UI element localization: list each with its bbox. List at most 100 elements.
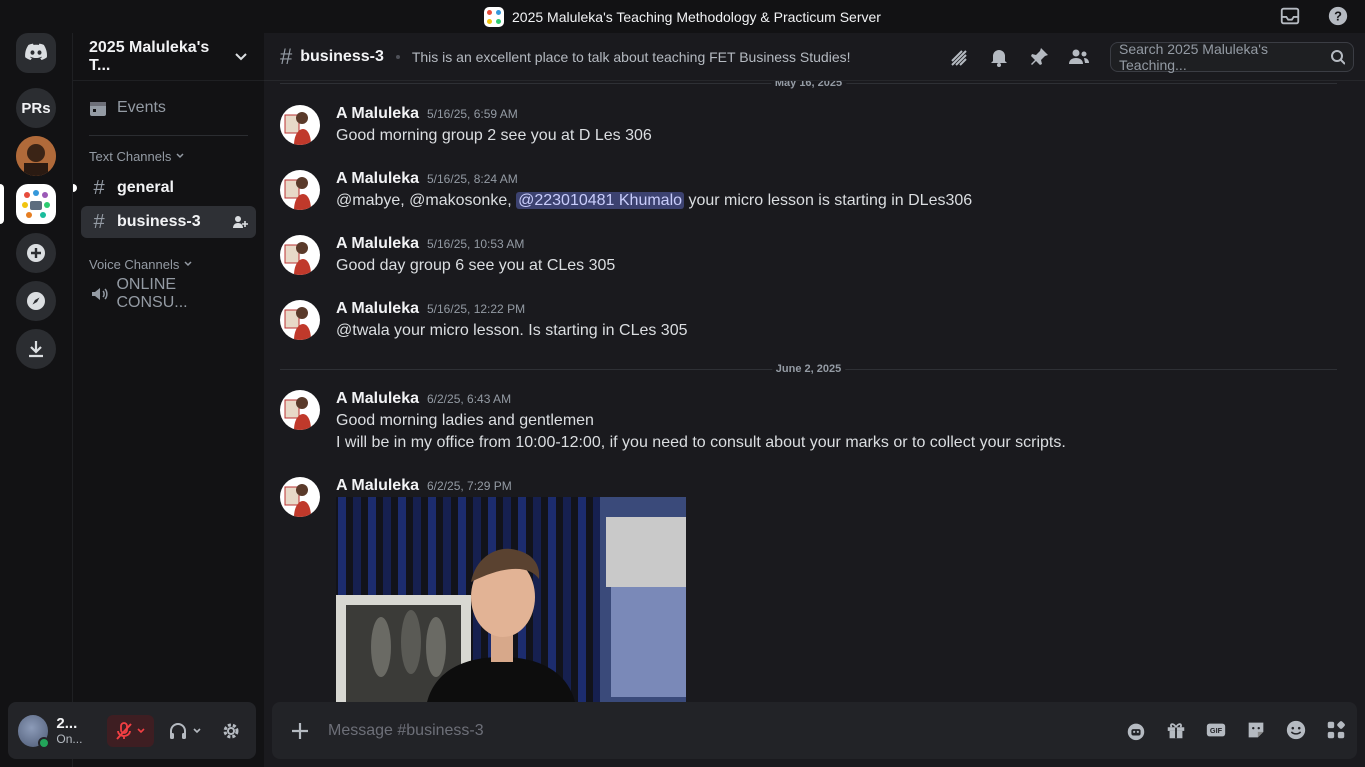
discord-logo-icon xyxy=(25,43,48,60)
message-input[interactable]: Message #business-3 xyxy=(328,722,484,740)
message-timestamp: 5/16/25, 10:53 AM xyxy=(427,237,525,251)
message-text-part: your micro lesson is starting in DLes306 xyxy=(684,192,973,209)
apps-icon[interactable] xyxy=(1325,719,1347,741)
voice-channel-online-consult[interactable]: ONLINE CONSU... xyxy=(81,276,256,311)
message-text: Good morning group 2 see you at D Les 30… xyxy=(336,127,652,144)
message-text: Good day group 6 see you at CLes 305 xyxy=(336,257,616,274)
headphones-icon xyxy=(169,722,186,739)
message-timestamp: 6/2/25, 6:43 AM xyxy=(427,392,512,406)
message-timestamp: 5/16/25, 6:59 AM xyxy=(427,107,518,121)
gif-icon[interactable]: GIF xyxy=(1205,719,1227,741)
server-maluleka-icon xyxy=(22,190,50,218)
threads-icon[interactable] xyxy=(947,45,971,69)
svg-text:?: ? xyxy=(1334,9,1342,24)
category-text-channels[interactable]: Text Channels xyxy=(73,144,264,168)
inbox-icon[interactable] xyxy=(1279,5,1301,27)
avatar[interactable] xyxy=(280,300,320,340)
user-avatar-icon xyxy=(284,177,311,210)
server-header[interactable]: 2025 Maluleka's T... xyxy=(73,33,264,81)
plus-icon xyxy=(27,244,45,262)
mute-button[interactable] xyxy=(106,714,155,747)
hash-icon: # xyxy=(93,176,105,199)
message: A Maluleka 6/2/25, 7:29 PM xyxy=(280,477,1349,702)
discover-button[interactable] xyxy=(16,281,56,321)
message: A Maluleka 6/2/25, 6:43 AM Good morning … xyxy=(280,390,1349,456)
chevron-down-icon xyxy=(176,153,184,159)
settings-button[interactable] xyxy=(216,715,246,747)
channel-label: ONLINE CONSU... xyxy=(116,276,188,311)
user-mention[interactable]: @223010481 Khumalo xyxy=(516,192,685,209)
svg-text:GIF: GIF xyxy=(1210,726,1223,735)
channel-topic[interactable]: This is an excellent place to talk about… xyxy=(412,49,851,65)
calendar-icon xyxy=(90,102,106,116)
message-text: I will be in my office from 10:00-12:00,… xyxy=(336,434,1066,451)
speaker-icon xyxy=(92,288,108,300)
window-title: 2025 Maluleka's Teaching Methodology & P… xyxy=(512,8,881,25)
message-author[interactable]: A Maluleka xyxy=(336,390,419,408)
date-divider: May 16, 2025 xyxy=(280,81,1337,89)
events-item[interactable]: Events xyxy=(73,91,264,125)
unread-indicator xyxy=(73,184,77,192)
divider xyxy=(89,135,248,136)
message: A Maluleka 5/16/25, 10:53 AM Good day gr… xyxy=(280,235,1349,279)
bell-icon[interactable] xyxy=(987,45,1011,69)
category-voice-channels[interactable]: Voice Channels xyxy=(73,252,264,276)
category-label: Voice Channels xyxy=(89,256,180,272)
avatar[interactable] xyxy=(280,477,320,517)
channel-label: business-3 xyxy=(117,213,201,230)
channel-general[interactable]: # general xyxy=(73,172,256,204)
message-timestamp: 6/2/25, 7:29 PM xyxy=(427,479,512,493)
user-avatar-icon xyxy=(284,484,311,517)
user-avatar-icon xyxy=(284,242,311,275)
message-author[interactable]: A Maluleka xyxy=(336,300,419,318)
server-maluleka[interactable] xyxy=(16,184,56,224)
video-thumbnail xyxy=(336,497,686,702)
message-text: Good morning ladies and gentlemen xyxy=(336,412,594,429)
category-label: Text Channels xyxy=(89,148,172,164)
app-launcher-icon[interactable] xyxy=(1125,719,1147,741)
user-avatar-icon xyxy=(284,307,311,340)
download-icon xyxy=(29,341,43,358)
channel-label: general xyxy=(117,179,174,196)
avatar[interactable] xyxy=(18,714,51,749)
user-avatar-icon xyxy=(284,397,311,430)
separator-dot xyxy=(395,54,400,59)
avatar[interactable] xyxy=(280,390,320,430)
search-icon xyxy=(1330,50,1345,65)
message-author[interactable]: A Maluleka xyxy=(336,235,419,253)
search-input[interactable]: Search 2025 Maluleka's Teaching... xyxy=(1110,41,1354,73)
compass-icon xyxy=(27,292,45,310)
deafen-button[interactable] xyxy=(162,715,208,747)
members-icon[interactable] xyxy=(1067,45,1091,69)
sticker-icon[interactable] xyxy=(1245,719,1267,741)
message-author[interactable]: A Maluleka xyxy=(336,105,419,123)
invite-user-icon[interactable] xyxy=(232,214,248,230)
download-apps-button[interactable] xyxy=(16,329,56,369)
emoji-icon[interactable] xyxy=(1285,719,1307,741)
video-attachment[interactable] xyxy=(336,497,686,702)
date-label: May 16, 2025 xyxy=(770,81,847,89)
help-icon[interactable]: ? xyxy=(1327,5,1349,27)
avatar[interactable] xyxy=(280,170,320,210)
user-avatar-icon xyxy=(284,112,311,145)
chevron-down-icon xyxy=(235,52,247,60)
server-avatar[interactable] xyxy=(16,136,56,176)
user-status: On... xyxy=(56,731,83,746)
date-divider: June 2, 2025 xyxy=(280,363,1337,375)
avatar[interactable] xyxy=(280,105,320,145)
discord-home-button[interactable] xyxy=(16,33,56,73)
avatar[interactable] xyxy=(280,235,320,275)
pin-icon[interactable] xyxy=(1027,45,1051,69)
add-server-button[interactable] xyxy=(16,233,56,273)
message-author[interactable]: A Maluleka xyxy=(336,170,419,188)
gift-icon[interactable] xyxy=(1165,719,1187,741)
server-prs[interactable]: PRs xyxy=(16,88,56,128)
server-photo-icon xyxy=(16,136,56,176)
upload-button[interactable] xyxy=(272,720,328,742)
channel-business-3[interactable]: # business-3 xyxy=(81,206,256,238)
chevron-down-icon xyxy=(184,261,192,267)
message-author[interactable]: A Maluleka xyxy=(336,477,419,495)
chevron-down-icon xyxy=(137,727,145,733)
server-icon xyxy=(484,6,505,27)
message: A Maluleka 5/16/25, 12:22 PM @twala your… xyxy=(280,300,1349,344)
